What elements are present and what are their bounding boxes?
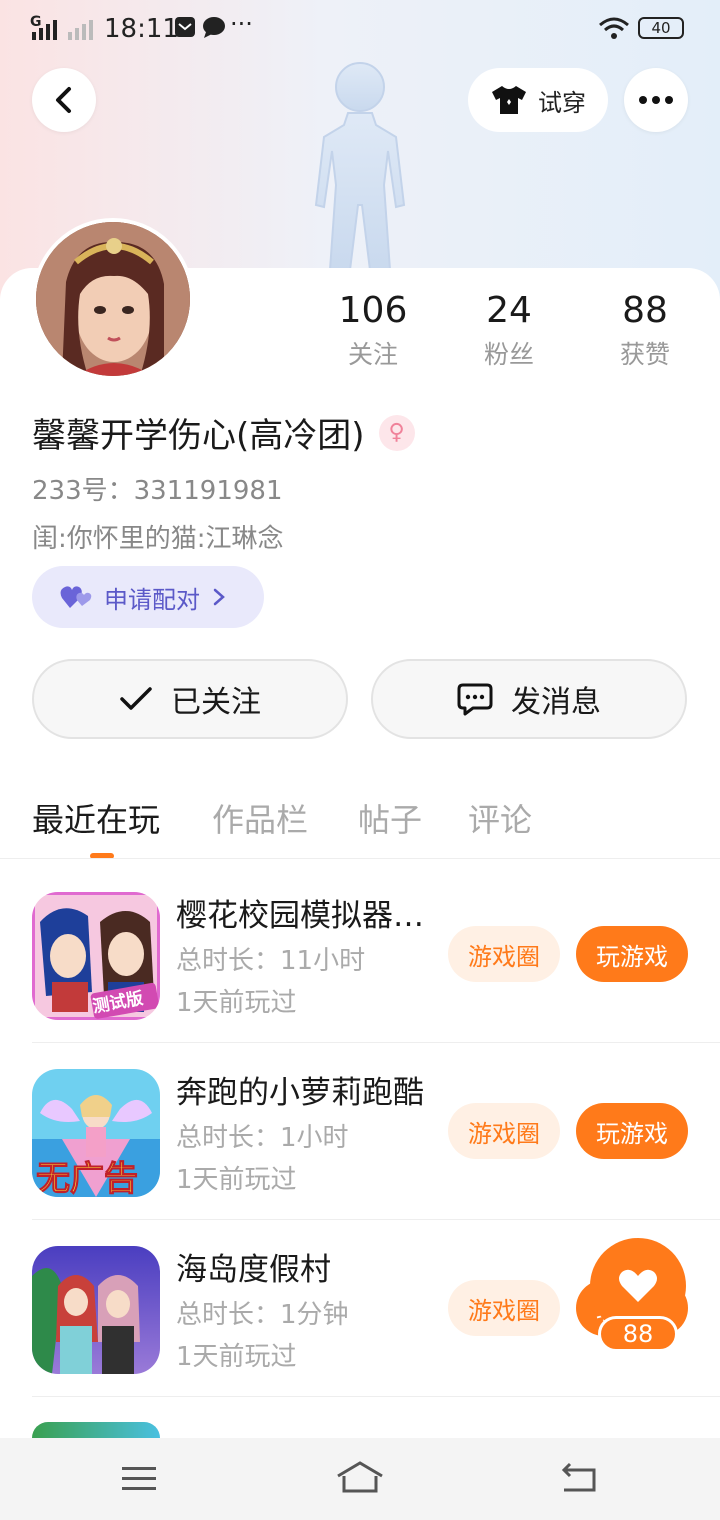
system-nav-bar [0,1438,720,1520]
list-item[interactable]: 测试版 樱花校园模拟器… 总时长：11小时 1天前玩过 游戏圈 玩游戏 [0,872,720,1048]
stat-following[interactable]: 106 关注 [308,290,438,371]
message-icon [457,683,493,716]
tab-posts[interactable]: 帖子 [358,795,422,841]
chevron-left-icon [56,87,71,113]
stat-following-value: 106 [338,290,408,331]
send-message-label: 发消息 [511,685,601,720]
check-icon [120,687,152,710]
signal-icon [32,20,93,40]
stat-likes-value: 88 [622,290,668,331]
more-options-button[interactable] [624,68,688,132]
tab-recently-played[interactable]: 最近在玩 [32,795,160,841]
try-on-button[interactable]: 试穿 [468,68,608,132]
female-gender-icon: ♀ [378,414,415,451]
apply-pair-button[interactable]: 申请配对 [32,566,264,628]
status-bar: G 18:11 ··· 40 [0,0,720,56]
stat-fans-value: 24 [486,290,532,331]
hearts-icon [60,586,92,608]
like-button[interactable]: 88 [590,1238,686,1358]
stat-likes-label: 获赞 [619,340,670,369]
home-icon[interactable] [336,1460,384,1494]
tab-works[interactable]: 作品栏 [212,795,308,841]
game-duration: 总时长：1分钟 [176,1300,349,1330]
tabs-divider [0,858,720,859]
more-dots-icon [639,96,673,104]
chevron-right-icon [213,588,225,606]
battery-level: 40 [651,19,671,37]
game-icon-partial [32,1422,160,1438]
back-button[interactable] [32,68,96,132]
apply-pair-label: 申请配对 [104,585,200,614]
game-circle-button[interactable]: 游戏圈 [448,1103,560,1159]
game-circle-button[interactable]: 游戏圈 [448,926,560,982]
game-title: 海岛度假村 [176,1252,331,1288]
user-id: 233号：331191981 [32,476,283,506]
chat-bubble-icon [203,17,225,38]
battery-icon: 40 [638,17,684,39]
row-divider [32,1219,720,1220]
game-badge: 无广告 [36,1159,139,1198]
stat-likes[interactable]: 88 获赞 [580,290,710,371]
try-on-label: 试穿 [538,88,586,117]
play-game-button[interactable]: 玩游戏 [576,1103,688,1159]
followed-label: 已关注 [171,685,261,720]
game-last-played: 1天前玩过 [176,1342,297,1372]
heart-icon [619,1269,657,1302]
game-icon-sakura: 测试版 [32,892,160,1020]
play-game-button[interactable]: 玩游戏 [576,926,688,982]
tab-comments[interactable]: 评论 [468,795,532,841]
more-notifications-icon: ··· [230,10,253,38]
profile-name: 馨馨开学伤心(高冷团) [32,416,365,456]
tshirt-icon [492,86,526,114]
stat-following-label: 关注 [347,340,398,369]
back-nav-icon[interactable] [560,1462,598,1494]
game-last-played: 1天前玩过 [176,1165,297,1195]
send-message-button[interactable]: 发消息 [371,659,687,739]
stat-fans-label: 粉丝 [483,340,534,369]
game-circle-button[interactable]: 游戏圈 [448,1280,560,1336]
avatar[interactable] [32,218,194,380]
game-icon-parkour: 无广告 [32,1069,160,1197]
like-count-badge: 88 [598,1316,678,1352]
status-time: 18:11 [104,14,179,44]
profile-name-row: 馨馨开学伤心(高冷团) ♀ [32,408,415,457]
list-item[interactable]: 无广告 奔跑的小萝莉跑酷 总时长：1小时 1天前玩过 游戏圈 玩游戏 [0,1049,720,1225]
game-duration: 总时长：11小时 [176,946,366,976]
game-last-played: 1天前玩过 [176,988,297,1018]
game-title: 奔跑的小萝莉跑酷 [176,1075,424,1111]
game-duration: 总时长：1小时 [176,1123,349,1153]
row-divider [32,1396,720,1397]
user-bio: 闺:你怀里的猫:江琳念 [32,524,284,554]
avatar-image [36,222,190,376]
game-title: 樱花校园模拟器… [176,898,424,934]
menu-icon[interactable] [122,1466,158,1492]
stat-fans[interactable]: 24 粉丝 [444,290,574,371]
row-divider [32,1042,720,1043]
avatar-figure-illustration [314,62,406,270]
wifi-icon [599,17,629,39]
game-icon-island [32,1246,160,1374]
followed-button[interactable]: 已关注 [32,659,348,739]
mail-icon [175,17,195,37]
